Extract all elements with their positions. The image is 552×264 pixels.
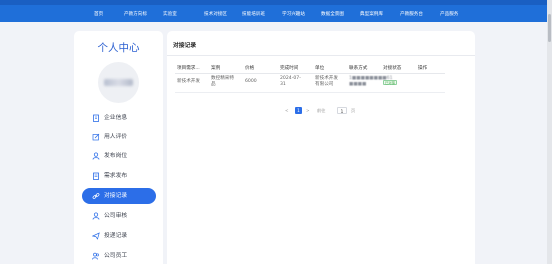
row-divider (175, 92, 445, 93)
column-header-action[interactable]: 操作 (418, 65, 427, 71)
user-check-icon (92, 212, 100, 220)
nav-item-training[interactable]: 技能培训班 (242, 11, 265, 19)
sidebar-item-evaluation[interactable]: 用人评价 (82, 129, 156, 145)
sidebar-item-label: 公司审核 (104, 213, 128, 219)
sidebar-item-company-info[interactable]: 企业信息 (82, 110, 156, 126)
sidebar-item-applications[interactable]: 投递记录 (82, 228, 156, 244)
top-nav-bar: 首页 产教方向标 实验室 技术对接区 技能培训班 学习兴趣站 数据全景图 典型案… (0, 0, 552, 22)
building-icon (93, 114, 99, 122)
sidebar-item-label: 发布岗位 (104, 153, 128, 159)
sidebar-item-post-job[interactable]: 发布岗位 (82, 148, 156, 164)
sidebar-item-employees[interactable]: 公司员工 (82, 248, 156, 264)
header-strip (0, 0, 552, 5)
cell-contact-line2: ■■■■ (349, 82, 367, 87)
status-badge: 已对接 (383, 80, 397, 85)
column-header-status[interactable]: 对接状态 (383, 65, 401, 71)
main-nav: 首页 产教方向标 实验室 技术对接区 技能培训班 学习兴趣站 数据全景图 典型案… (0, 11, 552, 19)
sidebar: 个人中心 企业信息 用人评价 发布岗位 需求发布 对接记录 公司审核 投递记录 … (74, 31, 163, 264)
column-header-date[interactable]: 完成时间 (280, 65, 298, 71)
nav-item-industry[interactable]: 产教方向标 (124, 11, 147, 19)
nav-item-products[interactable]: 产品服务 (440, 11, 458, 19)
link-icon (92, 193, 100, 199)
sidebar-item-label: 用人评价 (104, 134, 128, 140)
send-icon (92, 232, 100, 240)
sidebar-item-label: 对接记录 (104, 193, 128, 199)
column-header-case[interactable]: 案例 (211, 65, 220, 71)
document-icon (93, 172, 99, 180)
nav-item-data[interactable]: 数据全景图 (321, 11, 344, 19)
nav-item-learning[interactable]: 学习兴趣站 (282, 11, 305, 19)
goto-page-input[interactable]: 1 (337, 107, 347, 114)
column-header-contact[interactable]: 联系方式 (349, 65, 367, 71)
cell-case-line2: 品 (211, 82, 216, 87)
records-panel: 对接记录 项目需求... 案例 价格 完成时间 单位 联系方式 对接状态 操作 … (167, 31, 475, 264)
sidebar-title: 个人中心 (97, 42, 140, 54)
cell-project: 新技术开发 (177, 79, 200, 84)
page-button-current[interactable]: 1 (295, 107, 302, 114)
users-icon (92, 252, 100, 260)
sidebar-item-label: 需求发布 (104, 173, 128, 179)
column-header-price[interactable]: 价格 (245, 65, 254, 71)
title-divider (167, 55, 475, 56)
column-header-unit[interactable]: 单位 (315, 65, 324, 71)
nav-item-tech[interactable]: 技术对接区 (204, 11, 227, 19)
goto-label: 前往 (317, 108, 326, 113)
sidebar-item-label: 投递记录 (104, 233, 128, 239)
avatar[interactable] (98, 62, 139, 103)
scrollbar-thumb[interactable] (548, 14, 551, 42)
sidebar-item-requirements[interactable]: 需求发布 (82, 168, 156, 184)
cell-unit-line2: 有限公司 (315, 82, 334, 87)
column-header-project[interactable]: 项目需求... (177, 65, 200, 71)
page-suffix: 页 (351, 108, 356, 113)
sidebar-item-company-review[interactable]: 公司审核 (82, 208, 156, 224)
user-icon (92, 152, 100, 160)
sidebar-item-label: 公司员工 (104, 253, 128, 259)
sidebar-item-label: 企业信息 (104, 115, 128, 121)
page-scrollbar[interactable] (547, 0, 552, 264)
nav-item-home[interactable]: 首页 (94, 11, 103, 19)
cell-date-line2: 31 (280, 82, 286, 87)
sidebar-item-records[interactable]: 对接记录 (82, 188, 156, 204)
cell-price: 6000 (245, 79, 257, 84)
nav-item-lab[interactable]: 实验室 (163, 11, 177, 19)
header-divider (175, 73, 445, 74)
edit-icon (92, 133, 100, 141)
page-title: 对接记录 (173, 43, 197, 49)
nav-item-cases[interactable]: 典型案例库 (360, 11, 383, 19)
next-page-button[interactable]: > (306, 107, 310, 115)
prev-page-button[interactable]: < (285, 107, 289, 115)
nav-item-service[interactable]: 产教服务台 (400, 11, 423, 19)
